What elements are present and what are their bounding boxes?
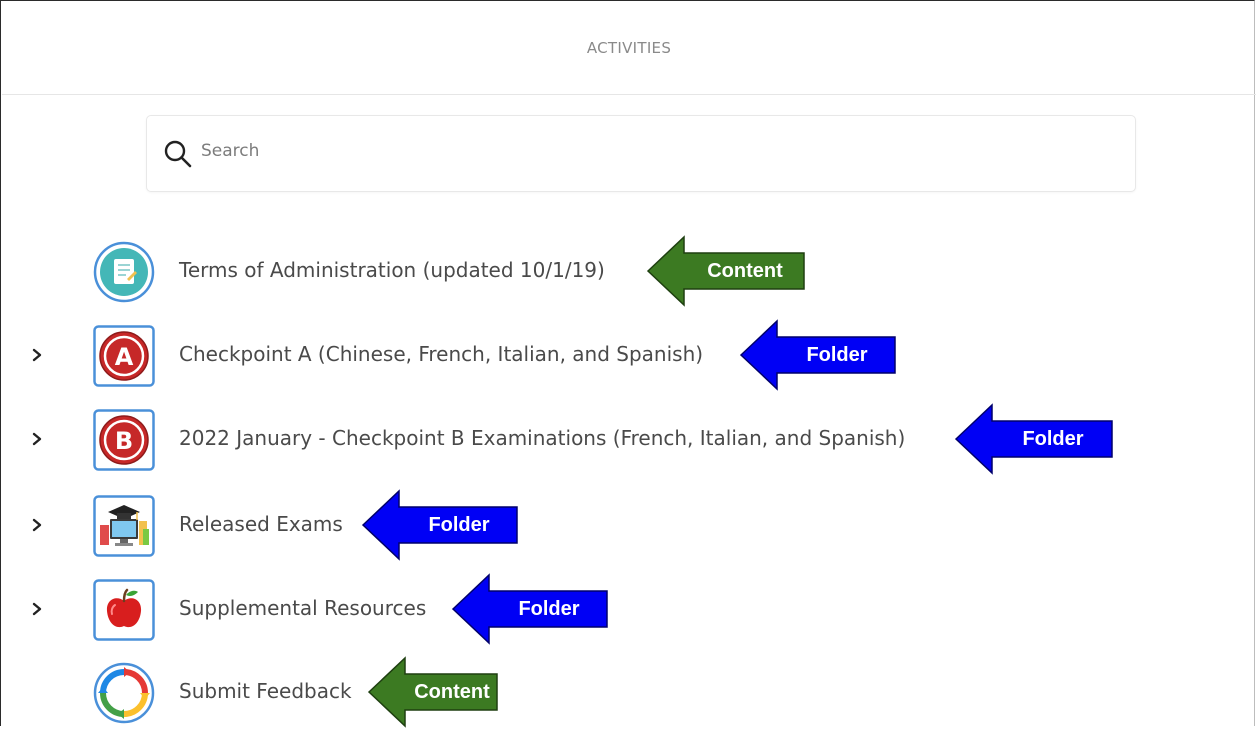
item-label[interactable]: Supplemental Resources <box>179 595 426 621</box>
item-label[interactable]: Submit Feedback <box>179 678 352 704</box>
folder-tag-arrow: Folder <box>361 489 521 561</box>
chevron-right-icon[interactable] <box>29 347 45 363</box>
folder-tag-label: Folder <box>1022 428 1084 450</box>
list-item-terms-of-administration[interactable]: Terms of Administration (updated 10/1/19… <box>1 235 1255 319</box>
page-title: ACTIVITIES <box>586 39 672 57</box>
content-tag-arrow: Content <box>646 235 808 307</box>
search-icon <box>164 140 192 167</box>
content-tag-arrow: Content <box>367 656 501 728</box>
chevron-right-icon[interactable] <box>29 431 45 447</box>
item-label[interactable]: Released Exams <box>179 511 343 537</box>
list-item-submit-feedback[interactable]: Submit Feedback Content <box>1 656 1255 740</box>
letter-a-icon: A <box>93 325 155 387</box>
folder-tag-arrow: Folder <box>739 319 899 391</box>
chevron-right-icon[interactable] <box>29 601 45 617</box>
content-tag-label: Content <box>414 681 490 703</box>
list-item-checkpoint-a[interactable]: A Checkpoint A (Chinese, French, Italian… <box>1 319 1255 403</box>
folder-tag-arrow: Folder <box>954 403 1116 475</box>
feedback-cycle-icon <box>93 662 155 724</box>
folder-tag-arrow: Folder <box>451 573 611 645</box>
apple-icon <box>93 579 155 641</box>
activities-panel: ACTIVITIES Terms of Administration (upda… <box>0 0 1256 728</box>
activities-header: ACTIVITIES <box>2 2 1256 95</box>
folder-tag-label: Folder <box>806 344 868 366</box>
letter-b-icon: B <box>93 409 155 471</box>
svg-text:B: B <box>115 427 133 455</box>
list-item-checkpoint-b[interactable]: B 2022 January - Checkpoint B Examinatio… <box>1 403 1255 487</box>
search-input[interactable] <box>201 140 1101 161</box>
content-tag-label: Content <box>707 260 783 282</box>
svg-text:A: A <box>115 343 134 371</box>
list-item-supplemental-resources[interactable]: Supplemental Resources Folder <box>1 573 1255 657</box>
item-label[interactable]: 2022 January - Checkpoint B Examinations… <box>179 425 905 451</box>
folder-tag-label: Folder <box>428 514 490 536</box>
document-icon <box>93 241 155 303</box>
folder-tag-label: Folder <box>518 598 580 620</box>
search-box[interactable] <box>146 115 1136 192</box>
item-label[interactable]: Checkpoint A (Chinese, French, Italian, … <box>179 341 703 367</box>
list-item-released-exams[interactable]: Released Exams Folder <box>1 489 1255 573</box>
graduation-computer-icon <box>93 495 155 557</box>
item-label[interactable]: Terms of Administration (updated 10/1/19… <box>179 257 605 283</box>
chevron-right-icon[interactable] <box>29 517 45 533</box>
